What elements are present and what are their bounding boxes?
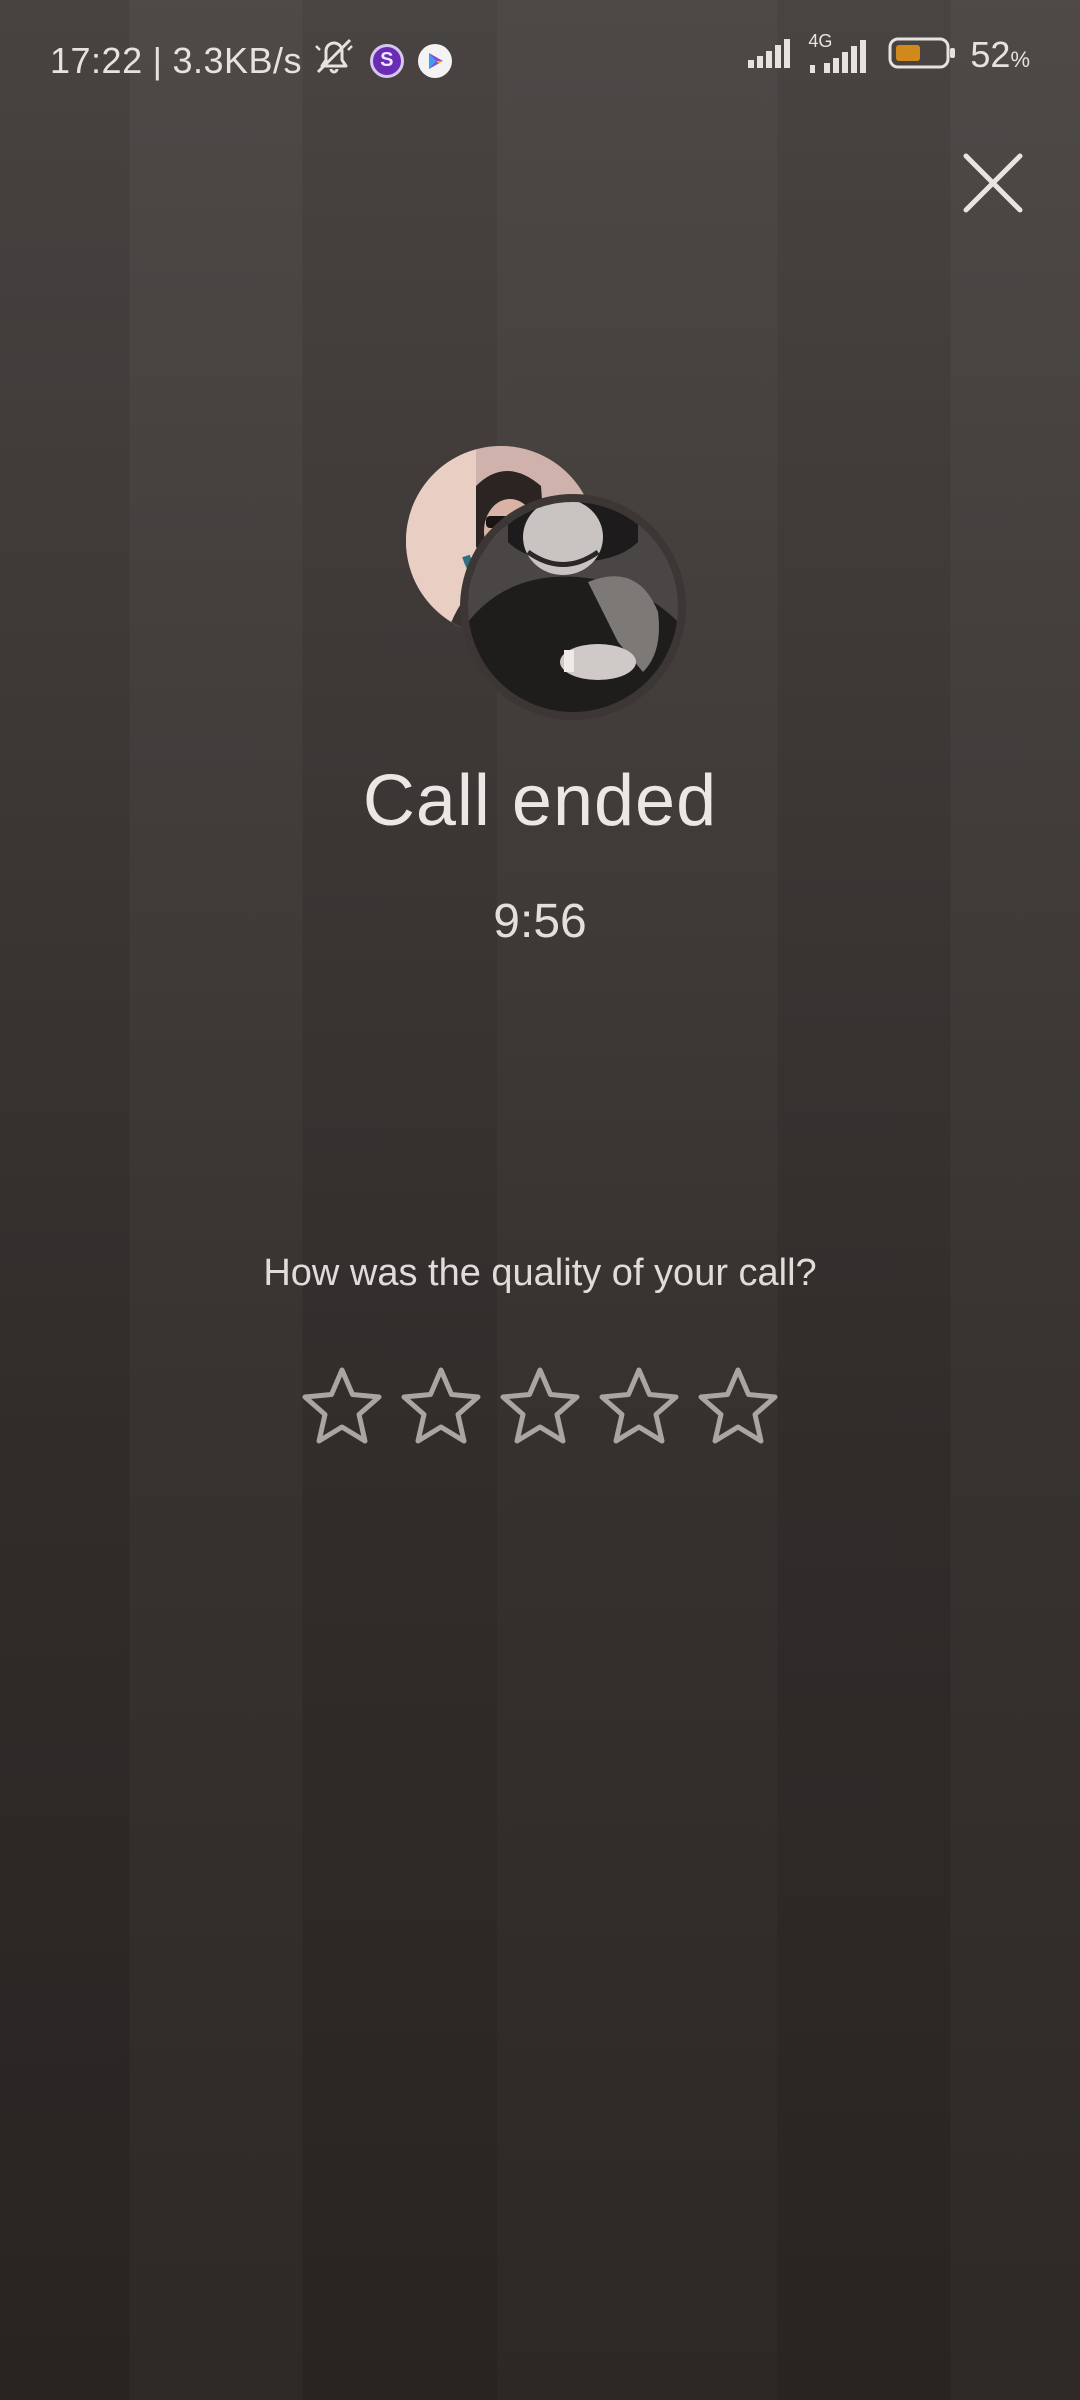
star-5-button[interactable] — [696, 1364, 780, 1448]
battery-icon — [888, 36, 958, 75]
battery-percent: 52% — [970, 34, 1030, 76]
status-network-speed: 3.3KB/s — [172, 39, 303, 81]
call-duration: 9:56 — [493, 895, 587, 948]
star-icon — [302, 1367, 382, 1444]
app-s-icon: S — [370, 43, 405, 78]
status-bar: 17:22 | 3.3KB/s S 4G 52% — [0, 0, 1080, 120]
rating-question: How was the quality of your call? — [263, 1252, 817, 1294]
star-icon — [698, 1367, 778, 1444]
background — [0, 0, 1080, 2400]
signal-4g-icon: 4G — [808, 31, 874, 75]
mute-bell-icon — [312, 36, 356, 85]
status-separator: | — [152, 39, 163, 81]
star-1-button[interactable] — [300, 1364, 384, 1448]
star-2-button[interactable] — [399, 1364, 483, 1448]
battery-percent-value: 52 — [970, 34, 1011, 75]
status-time: 17:22 — [50, 39, 143, 81]
signal-icon — [746, 36, 796, 75]
star-icon — [599, 1367, 679, 1444]
status-right: 4G 52% — [746, 31, 1030, 76]
avatar — [468, 502, 678, 712]
call-status-title: Call ended — [362, 761, 718, 841]
status-left: 17:22 | 3.3KB/s S — [50, 36, 453, 85]
battery-percent-unit: % — [1010, 47, 1030, 72]
close-button[interactable] — [958, 148, 1028, 218]
close-icon — [963, 153, 1023, 213]
play-store-icon — [418, 43, 453, 78]
star-icon — [401, 1367, 481, 1444]
star-icon — [500, 1367, 580, 1444]
star-3-button[interactable] — [498, 1364, 582, 1448]
star-rating — [300, 1364, 780, 1448]
participants-avatars — [406, 446, 678, 712]
star-4-button[interactable] — [597, 1364, 681, 1448]
